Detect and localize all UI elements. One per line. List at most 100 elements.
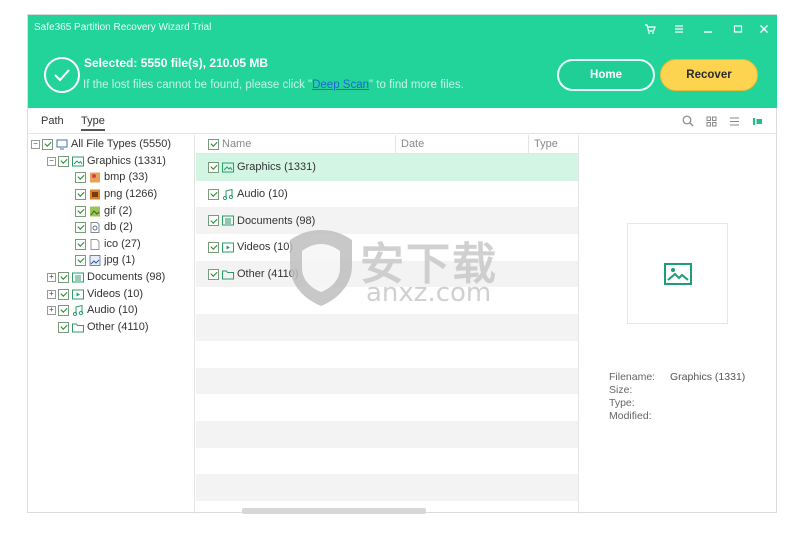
maximize-icon[interactable]	[729, 20, 747, 38]
document-icon	[222, 215, 234, 226]
list-view-icon[interactable]	[727, 114, 741, 128]
tree-label: Audio (10)	[87, 304, 138, 316]
tree-label: bmp (33)	[104, 171, 149, 183]
header-banner: Safe365 Partition Recovery Wizard Trial …	[28, 15, 777, 108]
tree-label: ico (27)	[104, 238, 141, 250]
date-column-header[interactable]: Date	[401, 138, 424, 150]
tree-label: Documents (98)	[87, 271, 166, 283]
recover-button[interactable]: Recover	[660, 59, 758, 91]
empty-row	[196, 367, 578, 395]
row-checkbox[interactable]	[208, 161, 219, 173]
gif-file-icon	[89, 206, 101, 217]
blank-file-icon	[89, 238, 101, 250]
expand-icon[interactable]: +	[47, 305, 56, 315]
tree-label: Videos (10)	[87, 288, 144, 300]
file-type-tree: − All File Types (5550) − Graphics (1331…	[28, 135, 195, 514]
tab-path[interactable]: Path	[41, 115, 64, 127]
preview-thumbnail	[627, 223, 728, 324]
view-tabs: Path Type	[28, 109, 777, 134]
folder-icon	[222, 269, 234, 280]
tree-checkbox[interactable]	[75, 188, 86, 200]
tree-checkbox[interactable]	[75, 238, 86, 250]
row-checkbox[interactable]	[208, 215, 219, 227]
tree-node-gif[interactable]: gif (2)	[75, 203, 132, 219]
folder-icon	[72, 322, 84, 333]
tree-node-graphics[interactable]: − Graphics (1331)	[47, 153, 166, 169]
deep-scan-link[interactable]: Deep Scan	[312, 79, 369, 91]
collapse-icon[interactable]: −	[31, 139, 40, 149]
search-icon[interactable]	[681, 114, 695, 128]
empty-row	[196, 474, 578, 502]
tree-node-png[interactable]: png (1266)	[75, 186, 157, 202]
tree-node-ico[interactable]: ico (27)	[75, 236, 141, 252]
list-header: Name Date Type	[196, 135, 578, 154]
tree-label: jpg (1)	[104, 254, 136, 266]
type-label: Type:	[609, 397, 635, 409]
row-name: Documents (98)	[237, 214, 316, 227]
jpg-file-icon	[89, 254, 101, 266]
video-icon	[72, 289, 84, 300]
grid-view-icon[interactable]	[704, 114, 718, 128]
watermark-logo: 安下载 anxz.com	[286, 226, 506, 308]
tree-checkbox[interactable]	[58, 271, 69, 283]
music-icon	[222, 188, 234, 200]
close-icon[interactable]	[755, 20, 773, 38]
tree-checkbox[interactable]	[75, 171, 86, 183]
deep-scan-hint: If the lost files cannot be found, pleas…	[83, 79, 464, 91]
home-button[interactable]: Home	[557, 59, 655, 91]
empty-row	[196, 421, 578, 448]
image-icon	[222, 162, 234, 173]
success-check-icon	[44, 57, 80, 93]
tree-checkbox[interactable]	[58, 155, 69, 167]
minimize-icon[interactable]	[699, 20, 717, 38]
tree-node-jpg[interactable]: jpg (1)	[75, 252, 135, 268]
expand-icon[interactable]: +	[47, 289, 56, 299]
music-icon	[72, 304, 84, 316]
tree-node-other[interactable]: Other (4110)	[58, 319, 149, 335]
row-name: Audio (10)	[237, 188, 288, 201]
image-placeholder-icon	[663, 262, 692, 285]
video-icon	[222, 242, 234, 253]
detail-view-icon[interactable]	[750, 114, 764, 128]
selection-summary: Selected: 5550 file(s), 210.05 MB	[84, 56, 269, 70]
empty-row	[196, 448, 578, 475]
watermark-domain: anxz.com	[366, 278, 492, 308]
hint-text-after: " to find more files.	[369, 79, 464, 91]
list-row-graphics[interactable]: Graphics (1331)	[196, 154, 578, 181]
tree-checkbox[interactable]	[58, 321, 69, 333]
tree-checkbox[interactable]	[42, 138, 53, 150]
tab-type[interactable]: Type	[81, 115, 105, 131]
empty-row	[196, 314, 578, 341]
tree-checkbox[interactable]	[75, 205, 86, 217]
tree-checkbox[interactable]	[75, 221, 86, 233]
tree-node-bmp[interactable]: bmp (33)	[75, 169, 148, 185]
type-column-header[interactable]: Type	[534, 138, 558, 150]
menu-icon[interactable]	[670, 20, 688, 38]
tree-node-audio[interactable]: + Audio (10)	[47, 302, 138, 318]
tree-label: All File Types (5550)	[71, 138, 172, 150]
bmp-file-icon	[89, 172, 101, 183]
list-row-audio[interactable]: Audio (10)	[196, 181, 578, 208]
row-checkbox[interactable]	[208, 268, 219, 280]
tree-checkbox[interactable]	[75, 254, 86, 266]
cart-icon[interactable]	[641, 20, 659, 38]
document-icon	[72, 272, 84, 283]
tree-label: gif (2)	[104, 205, 133, 217]
db-file-icon	[89, 221, 101, 233]
select-all-checkbox[interactable]	[208, 138, 219, 150]
tree-checkbox[interactable]	[58, 304, 69, 316]
tree-checkbox[interactable]	[58, 288, 69, 300]
file-list: Name Date Type Graphics (1331) Audio (10…	[196, 135, 578, 514]
row-checkbox[interactable]	[208, 188, 219, 200]
row-checkbox[interactable]	[208, 241, 219, 253]
tree-node-documents[interactable]: + Documents (98)	[47, 269, 165, 285]
tree-node-videos[interactable]: + Videos (10)	[47, 286, 143, 302]
horizontal-scrollbar[interactable]	[242, 508, 426, 514]
expand-icon[interactable]: +	[47, 272, 56, 282]
tree-node-all[interactable]: − All File Types (5550)	[31, 136, 171, 152]
collapse-icon[interactable]: −	[47, 156, 56, 166]
column-label: Name	[222, 138, 252, 150]
empty-row	[196, 341, 578, 368]
tree-node-db[interactable]: db (2)	[75, 219, 133, 235]
name-column-header[interactable]: Name	[208, 138, 251, 150]
